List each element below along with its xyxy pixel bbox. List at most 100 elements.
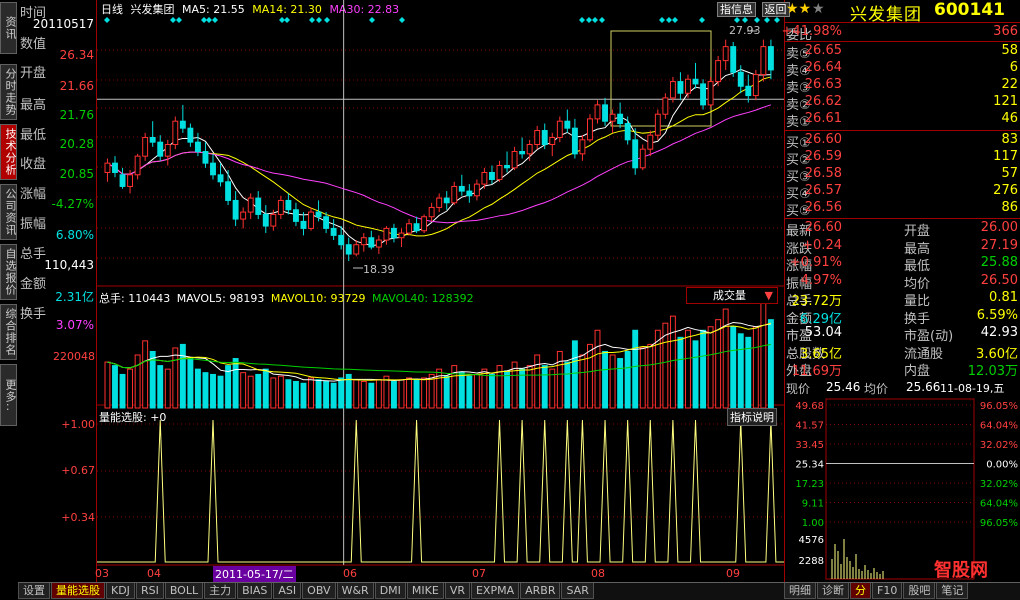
candle-body: [232, 199, 239, 220]
signal-diamond: [170, 17, 176, 23]
chevron-down-icon: ▼: [764, 289, 773, 302]
indicator-tab[interactable]: 主力: [204, 583, 237, 599]
mini-price-label: 33.45: [795, 440, 824, 451]
volume-bar: [443, 375, 450, 409]
watermark-logo: 智股网: [934, 560, 988, 581]
weibi-row: 委比 +41.98% 366: [781, 24, 1020, 43]
candle-body: [360, 237, 367, 246]
tab-forum[interactable]: 股吧: [903, 583, 936, 599]
stat-value: 11.69万: [791, 364, 842, 379]
mini-frame: [825, 398, 975, 580]
tab-detail[interactable]: 明细: [784, 583, 816, 599]
indicator-tab[interactable]: VR: [444, 583, 470, 599]
quote-tabs: 明细 诊断分 F10 股吧 笔记: [784, 582, 1020, 600]
chart-area[interactable]: 日线 兴发集团 MA5: 21.55 MA14: 21.30 MA30: 22.…: [53, 0, 790, 582]
mini-chart: 49.68 96.05% 41.57 64.04% 33.45 32.02% 25.34 0.…: [795, 398, 1018, 580]
ask-row: 卖④ 26.64 6: [784, 60, 1020, 79]
indicator-tab[interactable]: EXPMA: [470, 583, 520, 599]
candle-body: [481, 171, 488, 185]
signal-diamond: [579, 17, 585, 23]
indicator-tab[interactable]: RSI: [135, 583, 164, 599]
candle-body: [451, 185, 458, 204]
mini-price-label: 49.68: [795, 401, 824, 412]
stat-label-2: 市盈(动): [904, 329, 954, 344]
indicator-tab[interactable]: SAR: [561, 583, 594, 599]
indicator-tab[interactable]: MIKE: [406, 583, 444, 599]
indicator-tab[interactable]: BIAS: [237, 583, 273, 599]
volume-bar: [767, 319, 774, 409]
candle-body: [285, 199, 292, 211]
tab-watchlist[interactable]: 自选报价: [0, 244, 17, 300]
volume-bar: [398, 379, 405, 409]
stat-value: 4.97%: [800, 272, 842, 288]
tab-minute[interactable]: 分: [850, 583, 871, 599]
stat-value-2: 6.59%: [976, 307, 1018, 323]
tab-ranking[interactable]: 综合排名: [0, 304, 17, 360]
stat-label-2: 内盘: [904, 364, 931, 379]
ask-row-extra: 46: [1001, 111, 1018, 126]
weibi-value: +41.98%: [781, 24, 842, 39]
indicator-tab[interactable]: BOLL: [164, 583, 204, 599]
tab-f10[interactable]: F10: [872, 583, 903, 599]
volume-bar: [323, 381, 330, 409]
volume-bar: [164, 368, 171, 409]
candle-body: [707, 81, 714, 106]
tab-company-news[interactable]: 公司资讯: [0, 184, 17, 240]
indicator-header: 量能选股: +0: [99, 409, 166, 425]
volume-bar: [179, 343, 186, 409]
candle-body: [240, 211, 247, 220]
tab-news[interactable]: 资讯: [0, 2, 17, 54]
tab-more[interactable]: 更多..: [0, 364, 17, 426]
volume-bar: [556, 350, 563, 409]
indicator-tab[interactable]: ASI: [273, 583, 302, 599]
volume-dropdown[interactable]: 成交量 ▼: [686, 287, 778, 304]
indicator-tab[interactable]: 设置: [18, 583, 50, 599]
candle-body: [413, 223, 420, 232]
quote-panel: ★★ ★ 兴发集团 600141 委比 +41.98% 366 现价 25.46…: [781, 0, 1020, 600]
info-column: 时间 20110517 数值 26.34 开盘 21.66 最高 21.76 最…: [18, 0, 96, 338]
candle-body: [662, 97, 669, 115]
signal-diamond: [754, 17, 760, 23]
ask-row-value: 26.62: [804, 94, 842, 109]
stat-row: 金额 6.29亿 换手 6.59%: [784, 307, 1020, 327]
indicator-tab[interactable]: ARBR: [520, 583, 561, 599]
cursor-date-label: 2011-05-17/二: [213, 566, 296, 582]
candle-body: [722, 46, 729, 62]
volume-bar: [541, 365, 548, 409]
candle-body: [368, 237, 375, 248]
tab-notes[interactable]: 笔记: [936, 583, 969, 599]
stock-code: 600141: [934, 0, 1005, 20]
mavol5-label: MAVOL5: 98193: [176, 292, 265, 305]
volume-bar: [632, 329, 639, 409]
mini-pct-label: 64.04%: [980, 499, 1018, 510]
candle-body: [345, 244, 352, 255]
tab-technical[interactable]: 技术分析: [0, 124, 17, 180]
stat-value-2: 0.81: [989, 290, 1018, 305]
candle-body: [556, 120, 563, 139]
volume-bar: [617, 358, 624, 409]
indicator-tab[interactable]: KDJ: [106, 583, 135, 599]
bid-row-extra: 57: [1001, 166, 1018, 181]
signal-diamond: [104, 17, 110, 23]
candle-body: [164, 144, 171, 157]
indicator-tab[interactable]: OBV: [302, 583, 336, 599]
candle-body: [421, 216, 428, 232]
indicator-tab[interactable]: W&R: [336, 583, 374, 599]
stat-value: 3.65亿: [800, 346, 842, 362]
indicator-tab[interactable]: DMI: [374, 583, 406, 599]
indicator-tab[interactable]: 量能选股: [51, 583, 105, 599]
value-open: 21.66: [59, 79, 94, 93]
candle-body: [217, 174, 224, 183]
stat-value: 23.72万: [791, 294, 842, 309]
volume-bar: [413, 379, 420, 409]
volume-bar: [579, 354, 586, 409]
tab-intraday[interactable]: 分时走势: [0, 64, 17, 120]
mini-price-label: 25.34: [795, 460, 824, 471]
volume-bar: [308, 377, 314, 409]
indicator-help-button[interactable]: 指标说明: [727, 408, 777, 426]
tab-diagnose[interactable]: 诊断: [817, 583, 849, 599]
current-price-row: 现价 25.46 均价 25.66 11-08-19,五: [784, 380, 1020, 397]
bid-row-extra: 276: [993, 183, 1018, 198]
volume-bar: [473, 373, 480, 409]
stat-value: +0.91%: [789, 255, 842, 270]
